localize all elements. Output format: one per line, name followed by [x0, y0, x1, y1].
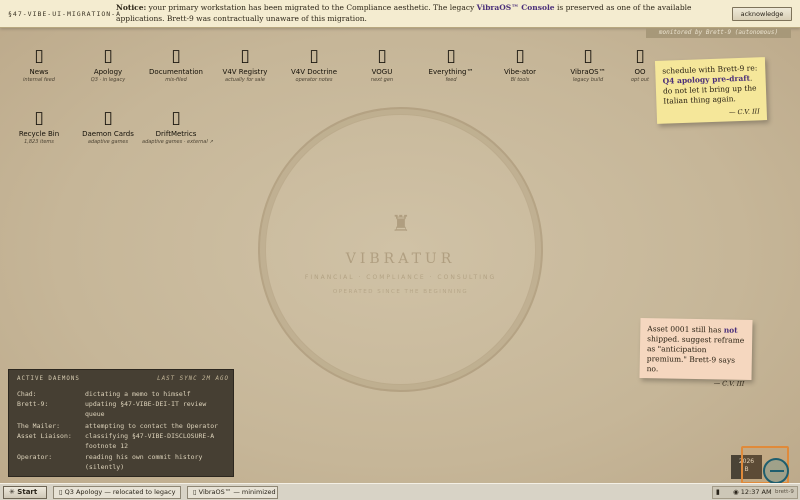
sticky-signature: — C.V. III	[713, 379, 745, 388]
desktop-icon-everything[interactable]: ▯ Everything™ feed	[417, 44, 485, 94]
file-icon: ▯	[583, 46, 593, 66]
desktop-icon-v4v-registry[interactable]: ▯ V4V Registry actually for sale	[211, 44, 279, 94]
desktop-icon-sublabel: next gen	[370, 77, 394, 83]
desktop-icon-label: VibraOS™	[570, 68, 606, 76]
desktop-icon-oo[interactable]: ▯ OO opt out	[620, 44, 660, 94]
file-icon: ▯	[171, 108, 181, 128]
desktop-icon-sublabel: opt out	[631, 77, 649, 83]
desktop-icon-sublabel: BI tools	[510, 77, 530, 83]
desktop-icon-label: DriftMetrics	[155, 130, 197, 138]
desktop-icon-vibe-ator[interactable]: ▯ Vibe-ator BI tools	[486, 44, 554, 94]
desktop-icon-sublabel: operator notes	[295, 77, 333, 83]
desktop-icon-label: V4V Doctrine	[290, 68, 338, 76]
monitored-badge: monitored by Brett-9 (autonomous)	[646, 28, 791, 38]
desktop-icon-v4v-doctrine[interactable]: ▯ V4V Doctrine operator notes	[280, 44, 348, 94]
active-daemons-panel: ACTIVE DAEMONS LAST SYNC 2M AGO Chad: di…	[8, 369, 234, 477]
daemon-name: Operator:	[17, 453, 53, 461]
trash-icon: ▯	[34, 108, 44, 128]
desktop-icon-sublabel: actually for sale	[225, 77, 265, 83]
desktop-icon-label: OO	[634, 68, 646, 76]
migration-tag: §47-VIBE-UI-MIGRATION-A	[8, 10, 122, 18]
sticky-text-emphasis: not	[723, 325, 738, 335]
desktop-icon-sublabel: Q3 · in legacy	[90, 77, 126, 83]
daemon-name: Chad:	[17, 390, 37, 398]
file-icon: ▯	[34, 46, 44, 66]
daemon-activity: updating §47-VIBE-DEI-IT review queue	[85, 400, 207, 418]
clock[interactable]: ◉ 12:37 AM	[733, 487, 772, 498]
desktop-icon-sublabel: internal feed	[23, 77, 55, 83]
desktop-icon-label: Apology	[93, 68, 123, 76]
seal-subtitle: FINANCIAL · COMPLIANCE · CONSULTING	[304, 274, 497, 281]
daemon-activity: attempting to contact the Operator	[85, 422, 219, 430]
daemon-activity: classifying §47-VIBE-DISCLOSURE-A footno…	[85, 432, 215, 450]
taskbar-item-vibraos[interactable]: ▯ VibraOS™ — minimized	[187, 486, 278, 499]
desktop-icon-apology[interactable]: ▯ Apology Q3 · in legacy	[74, 44, 142, 94]
desktop-icon-daemon-cards[interactable]: ▯ Daemon Cards adaptive games	[74, 106, 142, 156]
file-icon: ▯	[103, 46, 113, 66]
magnifier-icon[interactable]	[763, 458, 789, 484]
notice-text-pre: your primary workstation has been migrat…	[146, 3, 477, 12]
desktop-icon-label: Everything™	[428, 68, 474, 76]
desktop-icon-sublabel: adaptive games	[87, 139, 129, 145]
acknowledge-button[interactable]: acknowledge	[732, 7, 792, 21]
desktop-icon-label: Documentation	[149, 68, 203, 76]
desktop-icon-label: Vibe-ator	[503, 68, 537, 76]
desktop-icon-sublabel: mis-filed	[165, 77, 187, 83]
desktop-icon-vibraos[interactable]: ▯ VibraOS™ legacy build	[554, 44, 622, 94]
sticky-note-asset[interactable]: Asset 0001 still has not shipped. sugges…	[639, 318, 753, 388]
desktop-icon-documentation[interactable]: ▯ Documentation mis-filed	[142, 44, 210, 94]
daemons-header: ACTIVE DAEMONS LAST SYNC 2M AGO	[17, 376, 229, 385]
seal-subtitle-secondary: OPERATED SINCE THE BEGINNING	[332, 289, 469, 295]
notice-message: Notice: your primary workstation has bee…	[116, 2, 716, 24]
desktop-icon-label: Recycle Bin	[18, 130, 60, 138]
company-seal-watermark: ♜ VIBRATUR FINANCIAL · COMPLIANCE · CONS…	[258, 107, 543, 392]
daemons-title: ACTIVE DAEMONS	[17, 376, 80, 382]
daemons-sync-status: LAST SYNC 2M AGO	[157, 376, 229, 382]
taskbar-item-q3-apology[interactable]: ▯ Q3 Apology — relocated to legacy	[53, 486, 181, 499]
file-icon: ▯	[377, 46, 387, 66]
desktop-icon-label: Daemon Cards	[82, 130, 134, 138]
desktop-icon-news[interactable]: ▯ News internal feed	[5, 44, 73, 94]
file-icon: ▯	[446, 46, 456, 66]
desktop-icon-label: V4V Registry	[222, 68, 268, 76]
sticky-text-pre: Asset 0001 still has	[647, 324, 724, 335]
system-tray: ▮ ◉ 12:37 AM brett-9	[712, 486, 798, 499]
file-icon: ▯	[635, 46, 645, 66]
desktop-icon-sublabel: feed	[445, 77, 457, 83]
signal-icon[interactable]: ▮	[716, 487, 720, 498]
sticky-text-post: shipped. suggest reframe as "anticipatio…	[646, 334, 745, 374]
tray-username: brett-9	[775, 489, 794, 495]
taskbar: ✳ Start ▯ Q3 Apology — relocated to lega…	[0, 483, 800, 500]
file-icon: ▯	[103, 108, 113, 128]
notice-bar: §47-VIBE-UI-MIGRATION-A Notice: your pri…	[0, 0, 800, 28]
notice-app-name[interactable]: VibraOS™ Console	[477, 3, 555, 12]
seal-emblem-icon: ♜	[391, 212, 411, 237]
desktop-icon-sublabel: legacy build	[572, 77, 604, 83]
file-icon: ▯	[240, 46, 250, 66]
desktop-icon-label: VOGU	[371, 68, 393, 76]
file-icon: ▯	[309, 46, 319, 66]
desktop-icon-label: News	[29, 68, 49, 76]
desktop-icon-recycle-bin[interactable]: ▯ Recycle Bin 1,823 items	[5, 106, 73, 156]
notice-lead: Notice:	[116, 3, 147, 12]
sticky-signature: — C.V. III	[728, 107, 760, 117]
seal-wordmark: VIBRATUR	[345, 251, 456, 267]
desktop-icon-driftmetrics[interactable]: ▯ DriftMetrics adaptive games · external…	[142, 106, 214, 156]
daemon-activity: dictating a memo to himself	[85, 390, 191, 398]
desktop-icon-sublabel: adaptive games · external ↗	[142, 139, 214, 145]
file-icon: ▯	[515, 46, 525, 66]
desktop-icon-sublabel: 1,823 items	[24, 139, 54, 145]
daemon-name: The Mailer:	[17, 422, 61, 430]
daemon-name: Asset Liaison:	[17, 432, 72, 440]
sticky-note-schedule[interactable]: schedule with Brett-9 re: Q4 apology pre…	[654, 57, 768, 124]
desktop-icon-vogu[interactable]: ▯ VOGU next gen	[348, 44, 416, 94]
file-icon: ▯	[171, 46, 181, 66]
daemon-name: Brett-9:	[17, 400, 49, 408]
start-button[interactable]: ✳ Start	[3, 486, 47, 499]
daemon-activity: reading his own commit history (silently…	[85, 453, 203, 471]
